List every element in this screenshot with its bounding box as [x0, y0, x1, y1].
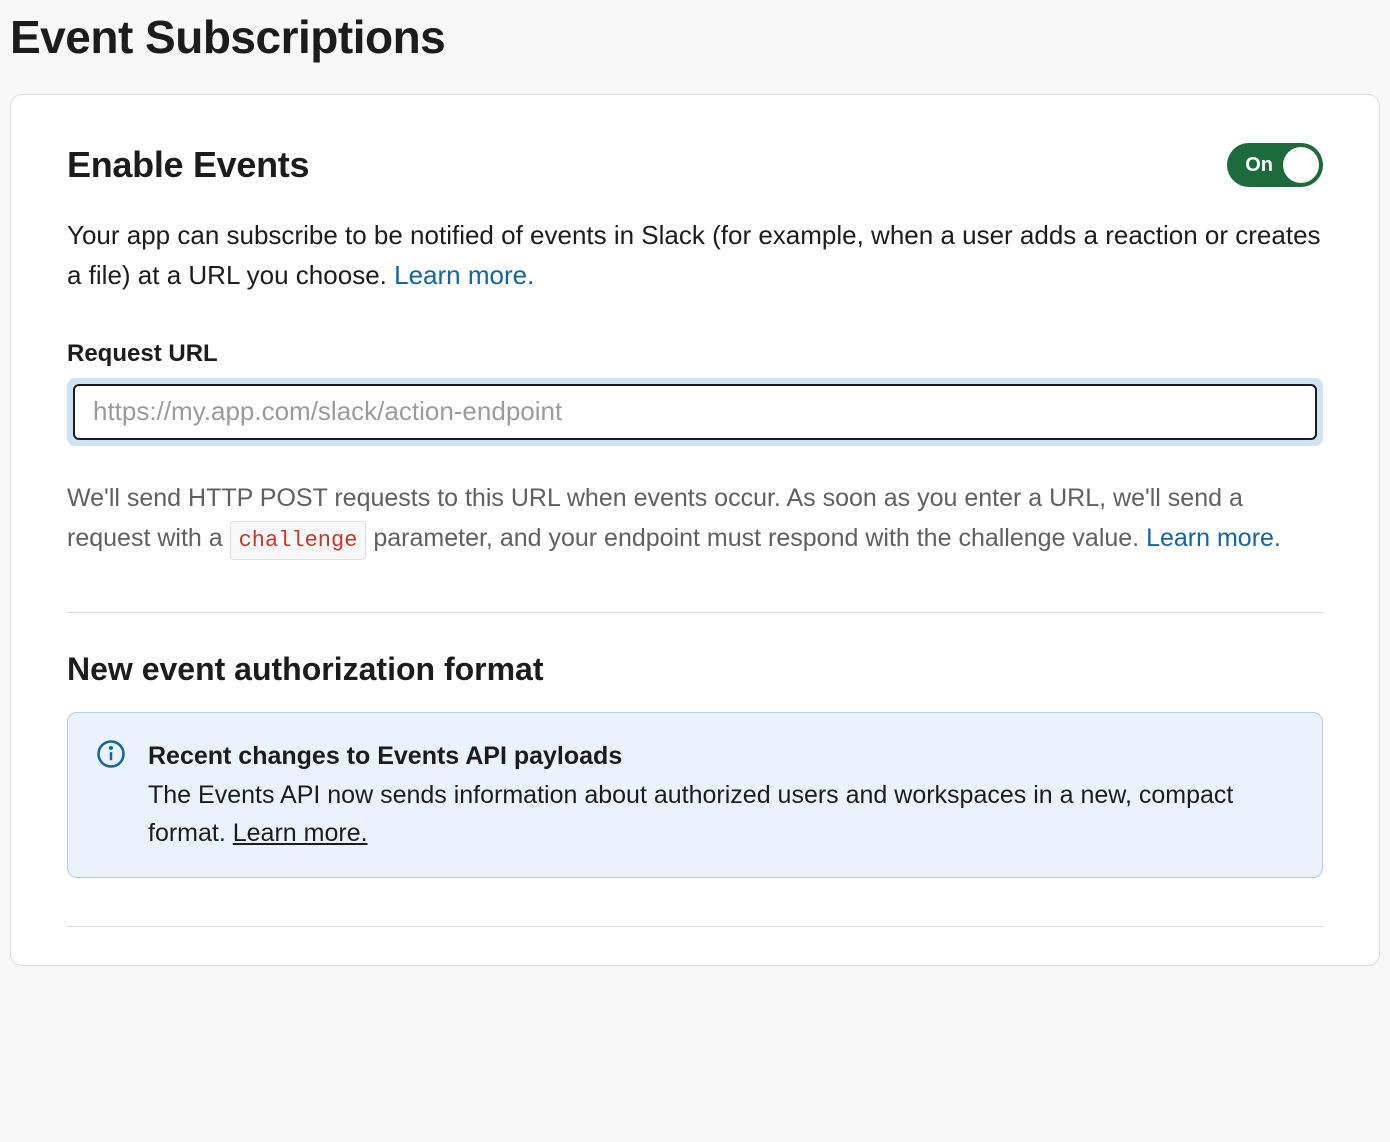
enable-events-header: Enable Events On — [67, 143, 1323, 187]
learn-more-link-events[interactable]: Learn more. — [394, 260, 534, 290]
auth-format-alert: Recent changes to Events API payloads Th… — [67, 712, 1323, 878]
enable-events-description: Your app can subscribe to be notified of… — [67, 215, 1323, 296]
alert-title: Recent changes to Events API payloads — [148, 742, 622, 770]
request-url-help: We'll send HTTP POST requests to this UR… — [67, 478, 1323, 560]
description-text: Your app can subscribe to be notified of… — [67, 220, 1321, 290]
challenge-code: challenge — [230, 521, 367, 560]
section-divider — [67, 612, 1323, 613]
auth-format-heading: New event authorization format — [67, 651, 1323, 688]
toggle-knob — [1283, 147, 1319, 183]
alert-content: Recent changes to Events API payloads Th… — [148, 737, 1294, 853]
section-divider-2 — [67, 926, 1323, 927]
request-url-input[interactable] — [73, 384, 1317, 440]
enable-events-heading: Enable Events — [67, 144, 309, 186]
learn-more-link-challenge[interactable]: Learn more. — [1146, 524, 1281, 552]
request-url-input-wrap — [67, 378, 1323, 446]
settings-card: Enable Events On Your app can subscribe … — [10, 94, 1380, 966]
enable-events-toggle[interactable]: On — [1227, 143, 1323, 187]
toggle-state-label: On — [1245, 154, 1273, 177]
page-title: Event Subscriptions — [10, 10, 1390, 64]
request-url-label: Request URL — [67, 340, 1323, 368]
info-icon — [96, 737, 126, 769]
learn-more-link-auth[interactable]: Learn more. — [233, 819, 368, 847]
help-text-part2: parameter, and your endpoint must respon… — [366, 524, 1146, 552]
